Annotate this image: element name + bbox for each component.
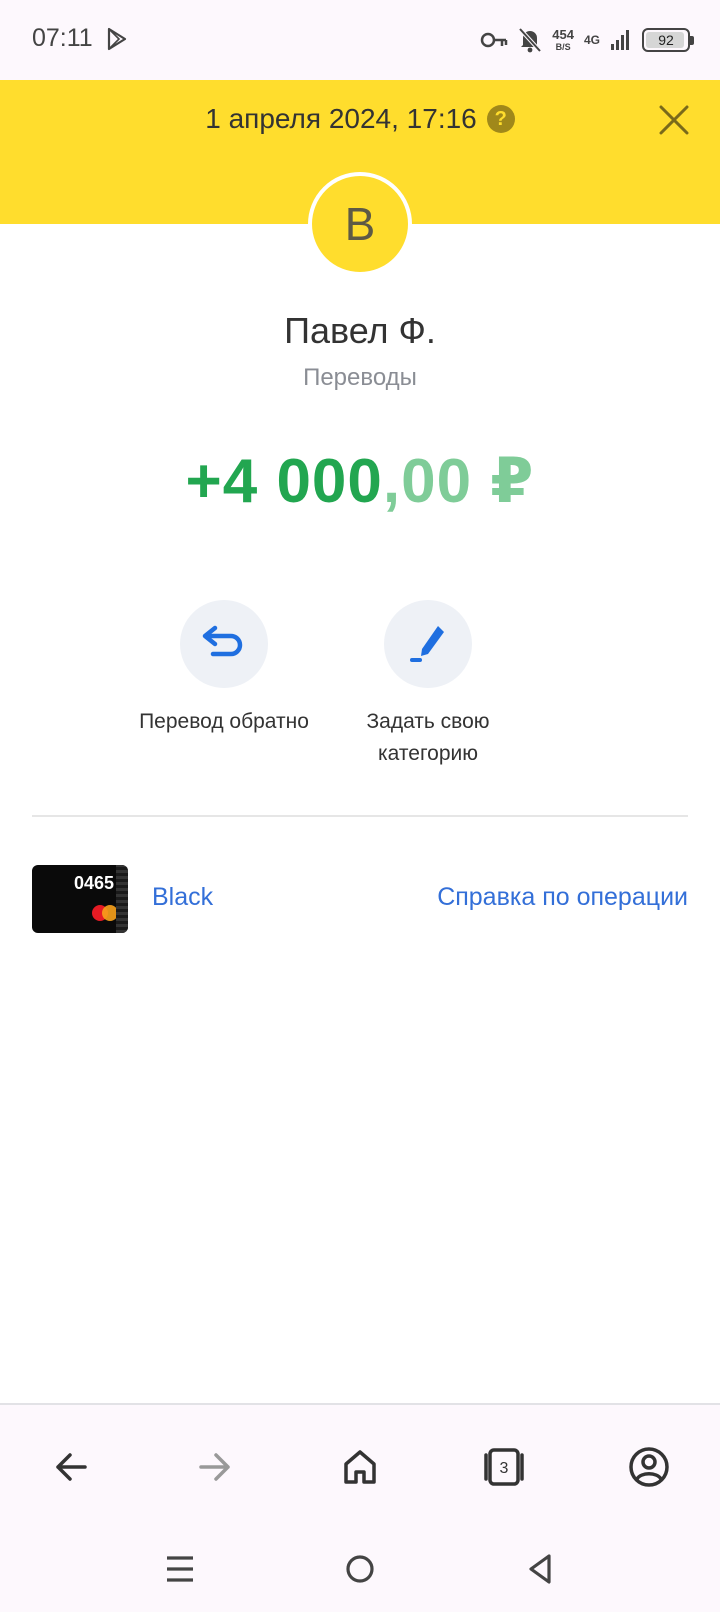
transaction-category: Переводы [303, 364, 417, 391]
divider [32, 815, 688, 817]
help-icon[interactable]: ? [486, 105, 515, 133]
bell-muted-icon [518, 27, 542, 53]
browser-toolbar: 3 [0, 1403, 720, 1612]
network-speed: 454 B/S [552, 27, 574, 52]
avatar: В [308, 172, 412, 276]
battery-level: 92 [658, 32, 674, 48]
back-button[interactable] [47, 1443, 95, 1491]
set-category-label: Задать свою категорию [366, 710, 490, 765]
status-bar: 07:11 454 B/S 4G 92 [0, 0, 720, 80]
profile-icon [629, 1447, 669, 1487]
system-menu-button[interactable] [160, 1549, 200, 1589]
signal-icon [611, 30, 629, 50]
vpn-key-icon [481, 32, 508, 48]
operation-help-link[interactable]: Справка по операции [437, 883, 688, 912]
back-icon [56, 1453, 87, 1481]
home-circle-icon [346, 1555, 374, 1583]
forward-button[interactable] [191, 1443, 239, 1491]
card-thumbnail[interactable]: 0465 [32, 865, 128, 933]
tabs-button[interactable]: 3 [480, 1443, 528, 1491]
transfer-back-label: Перевод обратно [139, 710, 309, 733]
amount-fraction: ,00 ₽ [382, 447, 535, 516]
counterparty-name: Павел Ф. [284, 310, 436, 351]
set-category-button[interactable]: Задать свою категорию [318, 600, 538, 770]
amount-integer: +4 000 [185, 447, 383, 516]
close-icon[interactable] [656, 102, 692, 138]
action-circle[interactable] [384, 600, 472, 688]
system-home-button[interactable] [340, 1549, 380, 1589]
action-circle[interactable] [180, 600, 268, 688]
home-button[interactable] [336, 1443, 384, 1491]
card-last-digits: 0465 [73, 873, 114, 893]
return-arrow-icon [202, 625, 243, 657]
pen-icon [410, 626, 444, 662]
card-name-link[interactable]: Black [152, 883, 213, 912]
operation-datetime: 1 апреля 2024, 17:16 [205, 103, 477, 134]
transfer-back-button[interactable]: Перевод обратно [114, 600, 334, 738]
header-date-row: 1 апреля 2024, 17:16 ? [0, 103, 720, 135]
back-triangle-icon [529, 1554, 551, 1584]
transaction-amount: +4 000,00 ₽ [0, 444, 720, 517]
home-icon [344, 1450, 376, 1484]
forward-icon [199, 1453, 230, 1481]
play-store-icon [107, 27, 127, 51]
status-icons: 454 B/S 4G 92 [480, 22, 694, 58]
tabs-count: 3 [500, 1460, 509, 1477]
menu-icon [167, 1556, 193, 1582]
battery-icon: 92 [642, 28, 694, 52]
system-back-button[interactable] [520, 1549, 560, 1589]
tabs-icon: 3 [484, 1448, 524, 1486]
profile-button[interactable] [625, 1443, 673, 1491]
network-type: 4G [583, 33, 600, 47]
actions: Перевод обратно Задать свою категорию [139, 600, 570, 770]
status-time: 07:11 [32, 24, 93, 52]
